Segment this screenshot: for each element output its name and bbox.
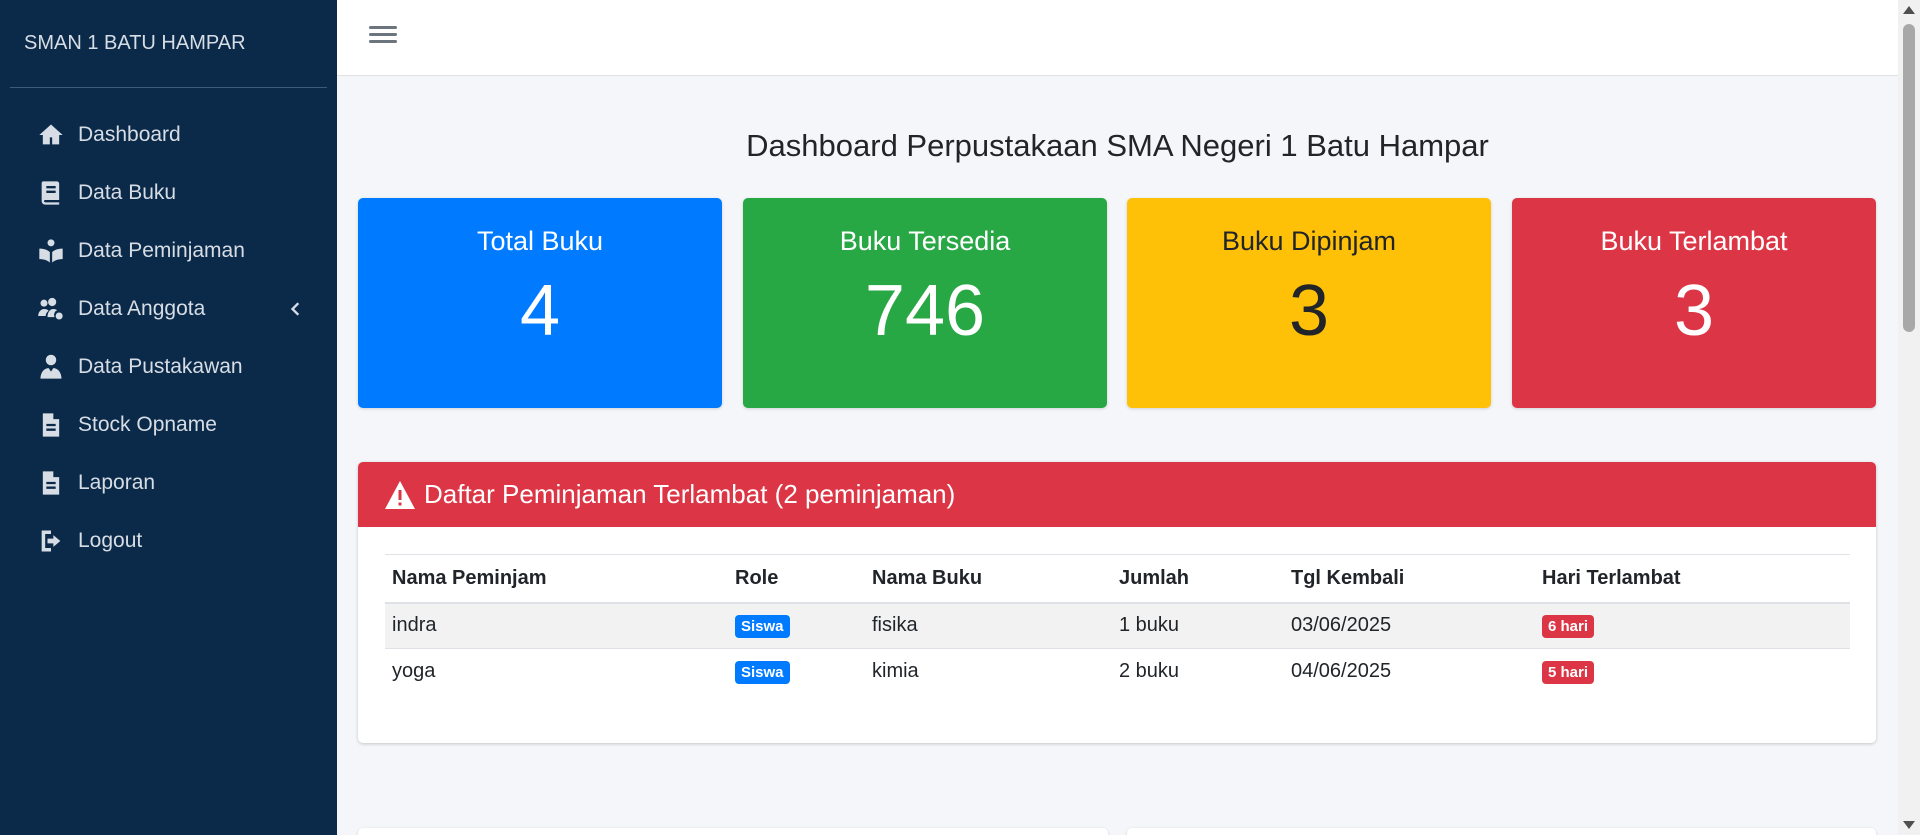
- sidebar-item-label: Logout: [78, 529, 143, 552]
- menu-toggle-icon[interactable]: [369, 22, 397, 50]
- sidebar-item-data-pustakawan[interactable]: Data Pustakawan: [0, 338, 337, 396]
- cell-name: yoga: [385, 648, 728, 695]
- stat-card-title: Buku Tersedia: [839, 226, 1011, 256]
- scroll-up-icon[interactable]: [1903, 6, 1915, 14]
- cell-name: indra: [385, 602, 728, 649]
- users-cog-icon: [36, 294, 66, 324]
- file-icon: [36, 468, 66, 498]
- column-header: Nama Buku: [865, 554, 1112, 604]
- bottom-card-right: [1127, 828, 1876, 835]
- sign-out-icon: [36, 526, 66, 556]
- sidebar-item-label: Stock Opname: [78, 413, 217, 436]
- topbar: [337, 0, 1898, 76]
- stat-card-buku-dipinjam: Buku Dipinjam 3: [1127, 198, 1491, 408]
- column-header: Jumlah: [1112, 554, 1284, 604]
- sidebar-item-label: Data Anggota: [78, 297, 206, 320]
- sidebar-item-logout[interactable]: Logout: [0, 512, 337, 570]
- stat-card-title: Total Buku: [476, 226, 604, 256]
- scrollbar[interactable]: [1898, 0, 1920, 835]
- stat-card-total-buku: Total Buku 4: [358, 198, 722, 408]
- cell-late: 5 hari: [1535, 648, 1850, 695]
- bottom-card-left: [358, 828, 1108, 835]
- late-loans-table: Nama Peminjam Role Nama Buku Jumlah Tgl …: [385, 554, 1850, 695]
- sidebar-item-label: Data Buku: [78, 181, 177, 204]
- late-days-badge: 5 hari: [1542, 660, 1595, 684]
- sidebar-item-label: Dashboard: [78, 123, 181, 146]
- column-header: Hari Terlambat: [1535, 554, 1850, 604]
- sidebar-item-stock-opname[interactable]: Stock Opname: [0, 396, 337, 454]
- role-badge: Siswa: [735, 660, 790, 684]
- sidebar-item-laporan[interactable]: Laporan: [0, 454, 337, 512]
- sidebar-nav: Dashboard Data Buku Data Peminjaman Data…: [0, 106, 337, 570]
- scroll-down-icon[interactable]: [1903, 821, 1915, 829]
- table-row: yoga Siswa kimia 2 buku 04/06/2025 5 har…: [385, 648, 1850, 695]
- sidebar-item-data-anggota[interactable]: Data Anggota: [0, 280, 337, 338]
- cell-role: Siswa: [728, 648, 865, 695]
- stat-card-title: Buku Terlambat: [1600, 226, 1788, 256]
- sidebar-item-label: Data Peminjaman: [78, 239, 245, 262]
- scrollbar-thumb[interactable]: [1903, 24, 1915, 332]
- cell-book: kimia: [865, 648, 1112, 695]
- table-header-row: Nama Peminjam Role Nama Buku Jumlah Tgl …: [385, 554, 1850, 604]
- user-tie-icon: [36, 352, 66, 382]
- stat-card-buku-terlambat: Buku Terlambat 3: [1512, 198, 1876, 408]
- warning-icon: [384, 480, 416, 510]
- sidebar-item-label: Laporan: [78, 471, 156, 494]
- late-loans-header: Daftar Peminjaman Terlambat (2 peminjama…: [358, 462, 1876, 527]
- cell-qty: 2 buku: [1112, 648, 1284, 695]
- reader-icon: [36, 236, 66, 266]
- table-row: indra Siswa fisika 1 buku 03/06/2025 6 h…: [385, 602, 1850, 649]
- late-loans-card: Daftar Peminjaman Terlambat (2 peminjama…: [358, 462, 1876, 743]
- brand-title[interactable]: SMAN 1 BATU HAMPAR: [10, 0, 327, 88]
- sidebar: SMAN 1 BATU HAMPAR Dashboard Data Buku D…: [0, 0, 337, 835]
- file-icon: [36, 410, 66, 440]
- sidebar-item-data-peminjaman[interactable]: Data Peminjaman: [0, 222, 337, 280]
- stat-card-buku-tersedia: Buku Tersedia 746: [743, 198, 1107, 408]
- sidebar-item-data-buku[interactable]: Data Buku: [0, 164, 337, 222]
- cell-date: 03/06/2025: [1284, 602, 1535, 649]
- sidebar-item-dashboard[interactable]: Dashboard: [0, 106, 337, 164]
- stat-card-value: 3: [1673, 271, 1715, 351]
- cell-role: Siswa: [728, 602, 865, 649]
- cell-late: 6 hari: [1535, 602, 1850, 649]
- cell-book: fisika: [865, 602, 1112, 649]
- late-loans-title: Daftar Peminjaman Terlambat (2 peminjama…: [424, 479, 956, 509]
- main-content: Dashboard Perpustakaan SMA Negeri 1 Batu…: [337, 76, 1898, 835]
- sidebar-item-label: Data Pustakawan: [78, 355, 243, 378]
- stat-card-value: 3: [1288, 271, 1330, 351]
- column-header: Role: [728, 554, 865, 604]
- role-badge: Siswa: [735, 614, 790, 638]
- column-header: Nama Peminjam: [385, 554, 728, 604]
- column-header: Tgl Kembali: [1284, 554, 1535, 604]
- chevron-left-icon[interactable]: [285, 299, 305, 319]
- cell-date: 04/06/2025: [1284, 648, 1535, 695]
- stat-card-value: 746: [864, 271, 986, 351]
- home-icon: [36, 120, 66, 150]
- book-icon: [36, 178, 66, 208]
- late-days-badge: 6 hari: [1542, 614, 1595, 638]
- page-title: Dashboard Perpustakaan SMA Negeri 1 Batu…: [746, 128, 1489, 163]
- stat-card-value: 4: [519, 271, 561, 351]
- cell-qty: 1 buku: [1112, 602, 1284, 649]
- stat-card-title: Buku Dipinjam: [1221, 226, 1397, 256]
